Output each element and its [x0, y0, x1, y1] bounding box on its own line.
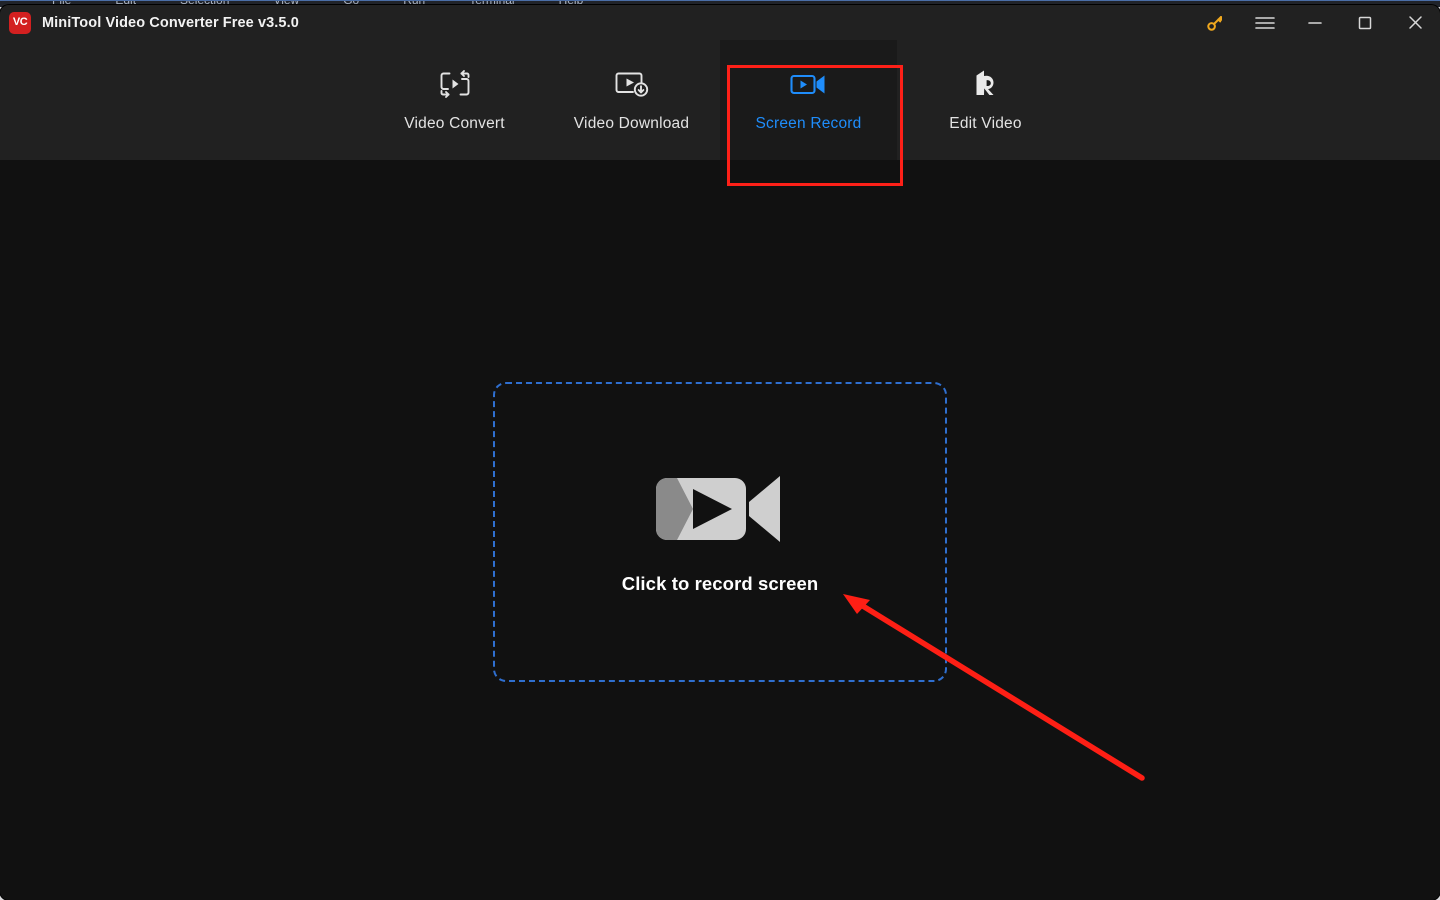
tab-screen-record[interactable]: Screen Record [720, 40, 897, 160]
titlebar[interactable]: VC MiniTool Video Converter Free v3.5.0 [0, 5, 1440, 40]
window-controls [1190, 5, 1440, 40]
tab-video-convert[interactable]: Video Convert [366, 40, 543, 160]
video-convert-icon [433, 67, 477, 101]
tab-edit-video-label: Edit Video [949, 115, 1022, 132]
record-screen-dropzone[interactable]: Click to record screen [493, 382, 947, 682]
minitool-video-converter-window: VC MiniTool Video Converter Free v3.5.0 [0, 5, 1440, 900]
edit-video-icon [964, 67, 1008, 101]
app-logo-icon: VC [9, 11, 31, 34]
minimize-button[interactable] [1290, 5, 1340, 40]
maximize-button[interactable] [1340, 5, 1390, 40]
hamburger-menu-button[interactable] [1240, 5, 1290, 40]
register-key-button[interactable] [1190, 5, 1240, 40]
app-logo-text: VC [12, 16, 28, 28]
tab-edit-video[interactable]: Edit Video [897, 40, 1074, 160]
video-download-icon [610, 67, 654, 101]
dropzone-label: Click to record screen [621, 572, 819, 594]
window-title: MiniTool Video Converter Free v3.5.0 [42, 14, 299, 31]
screen-record-icon [787, 67, 831, 101]
desktop-background: File Edit Selection View Go Run Terminal… [0, 0, 1440, 900]
main-content-area: Click to record screen [0, 160, 1440, 900]
main-navigation-tabs: Video Convert Video Download Screen Reco… [0, 40, 1440, 186]
tab-video-download-label: Video Download [573, 115, 690, 132]
tab-video-convert-label: Video Convert [404, 115, 505, 132]
close-button[interactable] [1390, 5, 1440, 40]
tab-video-download[interactable]: Video Download [543, 40, 720, 160]
tab-screen-record-label: Screen Record [755, 115, 862, 132]
camcorder-record-icon [654, 470, 786, 548]
